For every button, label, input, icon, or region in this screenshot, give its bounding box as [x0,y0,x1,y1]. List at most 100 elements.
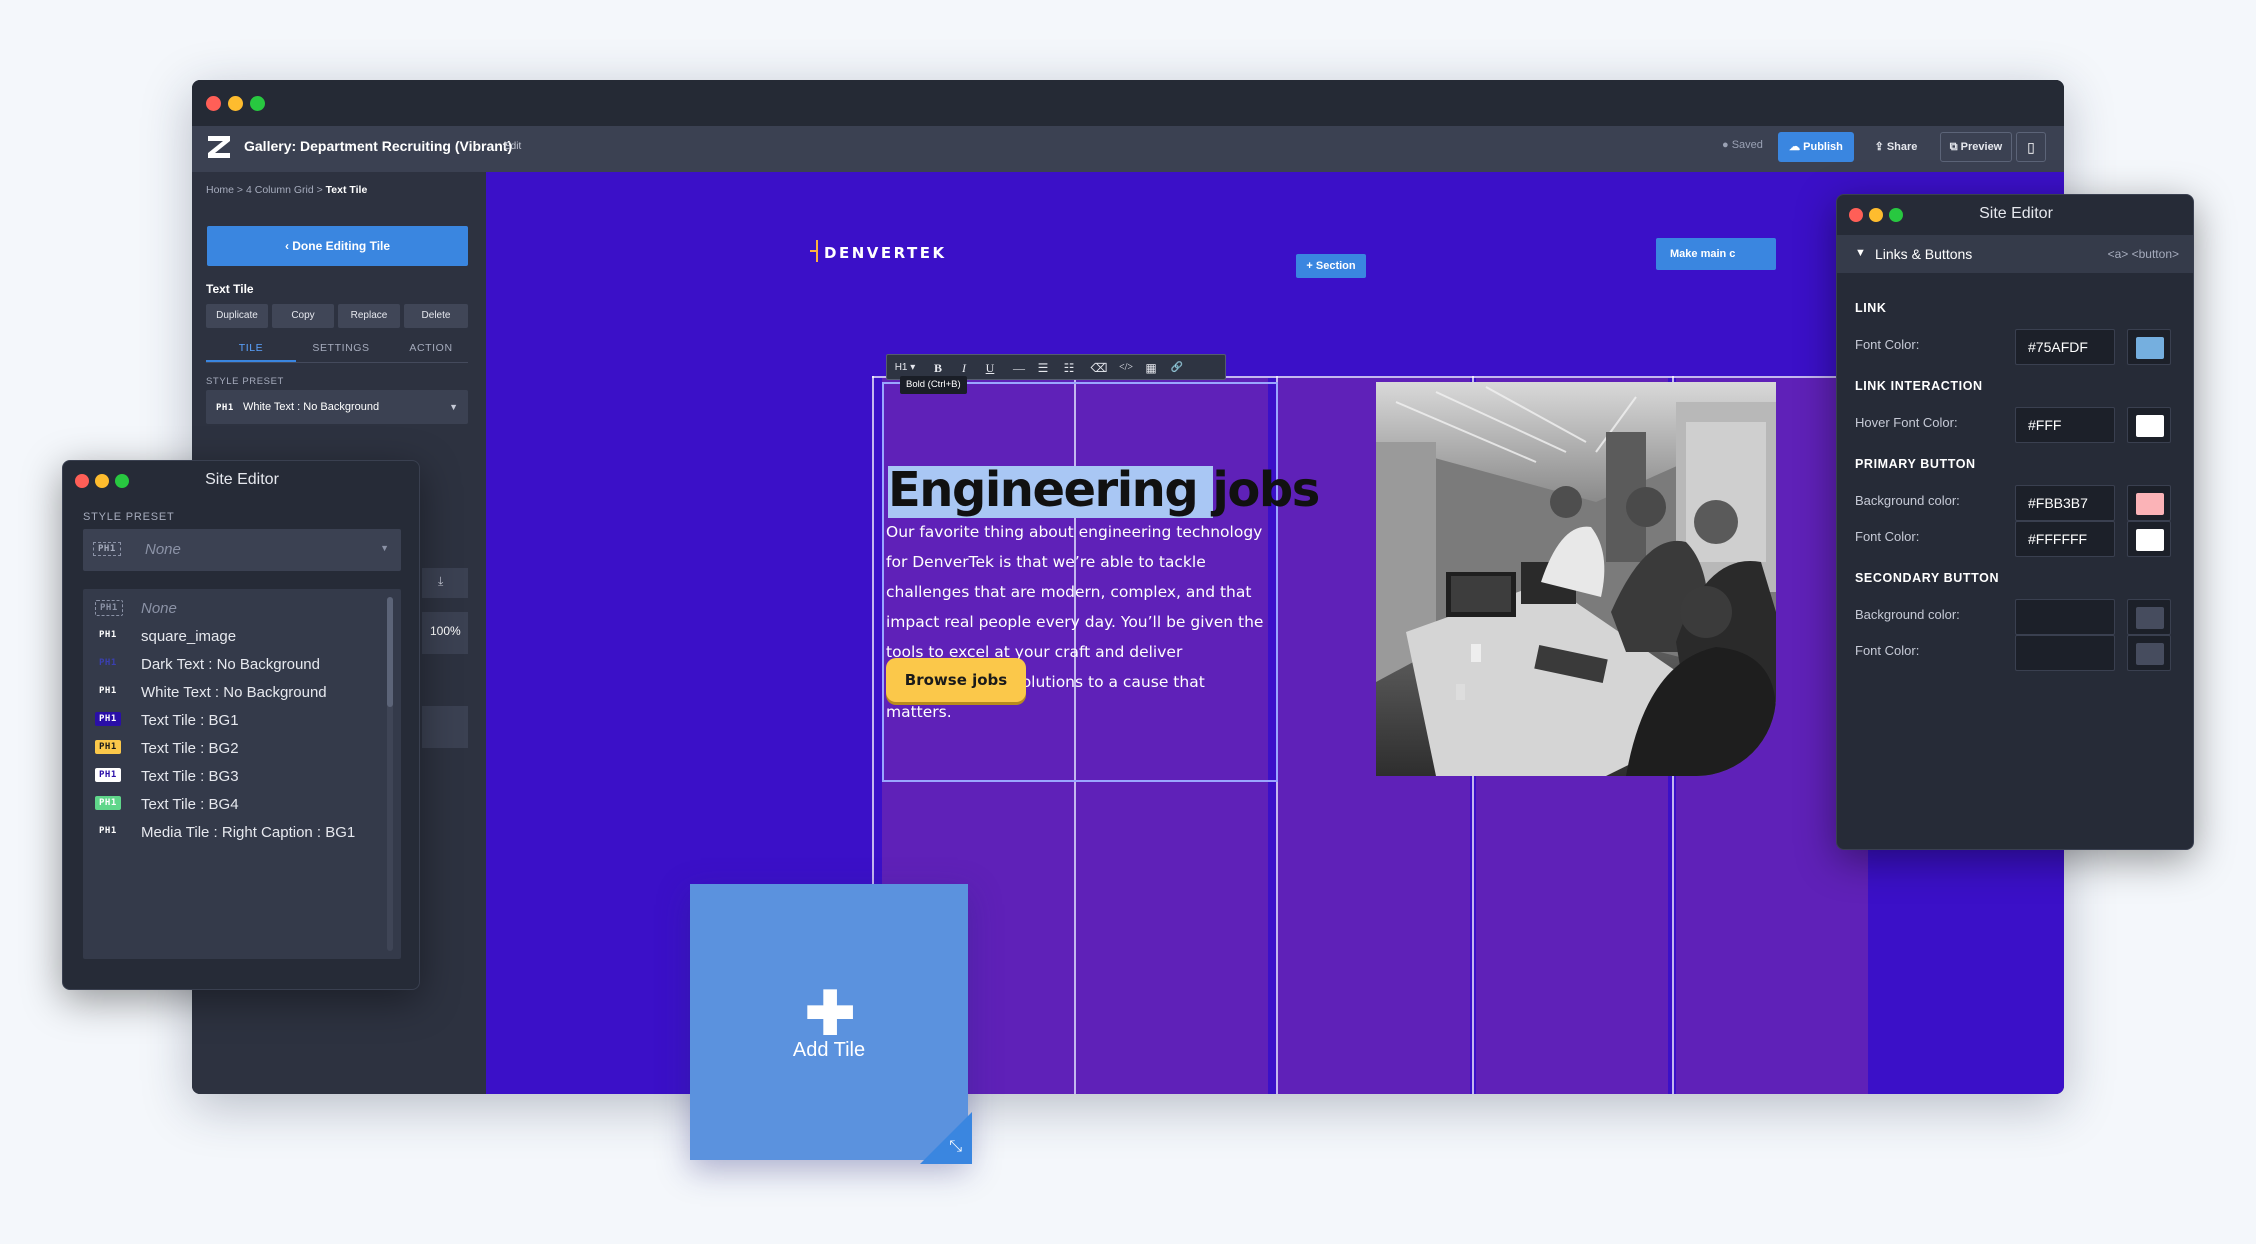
primary-button-heading: PRIMARY BUTTON [1855,457,1976,471]
breadcrumb-grid[interactable]: 4 Column Grid [246,184,314,196]
width-input[interactable]: 100% [422,612,468,654]
style-preset-select[interactable]: PH1 None ▼ [83,529,401,571]
section-title: Links & Buttons [1875,246,1973,262]
bold-tooltip: Bold (Ctrl+B) [900,376,967,394]
setting-field[interactable] [422,706,468,748]
hover-font-color-label: Hover Font Color: [1855,415,1958,430]
done-editing-button[interactable]: ‹ Done Editing Tile [207,226,468,266]
caret-down-icon: ▼ [1855,247,1866,259]
close-window-button[interactable] [206,96,221,111]
dd-option-label: White Text : No Background [141,684,327,701]
resize-handle[interactable] [920,1112,972,1164]
ph1-badge: PH1 [95,796,121,810]
secondary-button-heading: SECONDARY BUTTON [1855,571,2000,585]
link-interaction-heading: LINK INTERACTION [1855,379,1983,393]
style-preset-select[interactable]: PH1 White Text : No Background ▼ [206,390,468,424]
plus-icon: ✚ [805,980,856,1047]
tab-divider [206,362,468,363]
share-button[interactable]: ⇪ Share [1868,132,1924,162]
color-swatch [2136,643,2164,665]
scrollbar-thumb[interactable] [387,597,393,707]
link-button[interactable]: 🔗 [1165,355,1189,381]
dd-option-media-tile[interactable]: PH1 Media Tile : Right Caption : BG1 [83,813,383,853]
bullet-list-button[interactable]: ☰ [1031,355,1055,381]
secondary-font-color-label: Font Color: [1855,643,1920,658]
app-toolbar: Gallery: Department Recruiting (Vibrant)… [192,126,2064,172]
publish-button-label: Publish [1803,141,1843,153]
add-tile-label: Add Tile [792,1039,866,1061]
secondary-bg-color-input[interactable] [2015,599,2115,635]
window-titlebar [192,80,2064,126]
primary-font-color-picker[interactable] [2127,521,2171,557]
hover-font-color-input[interactable]: #FFF [2015,407,2115,443]
breadcrumb: Home > 4 Column Grid > Text Tile [206,184,368,196]
tab-tile[interactable]: TILE [206,334,296,362]
ph1-badge: PH1 [99,686,117,696]
section-tags: <a> <button> [2107,247,2179,261]
width-percent: 100% [430,624,461,638]
hover-font-color-picker[interactable] [2127,407,2171,443]
site-logo[interactable]: DENVERTEK [824,244,947,262]
add-tile-button[interactable]: ✚ Add Tile ⤡ [690,884,972,1164]
preview-button[interactable]: ⧉ Preview [1940,132,2012,162]
breadcrumb-home[interactable]: Home [206,184,234,196]
copy-button[interactable]: Copy [272,304,334,328]
denvertek-logo-dash [810,250,816,252]
delete-button[interactable]: Delete [404,304,468,328]
make-main-button[interactable]: Make main c [1656,238,1776,270]
maximize-window-button[interactable] [250,96,265,111]
ph1-badge: PH1 [216,403,234,413]
office-photo[interactable] [1376,382,1776,776]
caret-down-icon: ▼ [449,402,458,412]
ph1-badge: PH1 [95,740,121,754]
tab-action[interactable]: ACTION [386,334,476,362]
publish-button[interactable]: ☁ Publish [1778,132,1854,162]
style-preset-value: White Text : No Background [242,401,380,413]
underline-button[interactable]: U [977,355,1003,381]
link-font-color-picker[interactable] [2127,329,2171,365]
ph1-badge: PH1 [95,600,123,616]
links-buttons-header[interactable]: ▼ Links & Buttons <a> <button> [1837,235,2193,273]
replace-button[interactable]: Replace [338,304,400,328]
secondary-bg-color-label: Background color: [1855,607,1960,622]
panel-title: Site Editor [1979,205,2053,222]
primary-bg-color-picker[interactable] [2127,485,2171,521]
secondary-bg-color-picker[interactable] [2127,599,2171,635]
saved-dot-icon: ● [1722,139,1732,151]
dd-option-label: Text Tile : BG2 [141,740,239,757]
mobile-view-button[interactable]: ▯ [2016,132,2046,162]
add-section-button[interactable]: + Section [1296,254,1366,278]
panel-title: Site Editor [205,471,279,488]
link-font-color-input[interactable]: #75AFDF [2015,329,2115,365]
code-button[interactable]: </> [1113,355,1139,381]
edit-title-link[interactable]: Edit [504,141,521,152]
ph1-badge: PH1 [99,658,117,668]
dd-option-label: None [141,600,177,617]
tile-type-heading: Text Tile [206,282,254,296]
primary-bg-color-input[interactable]: #FBB3B7 [2015,485,2115,521]
tab-settings[interactable]: SETTINGS [296,334,386,362]
dd-option-label: Text Tile : BG1 [141,712,239,729]
external-link-icon: ⧉ [1949,141,1961,153]
align-bottom-button[interactable]: ⤓ [422,568,468,598]
primary-font-color-input[interactable]: #FFFFFF [2015,521,2115,557]
secondary-font-color-picker[interactable] [2127,635,2171,671]
dd-option-label: square_image [141,628,237,645]
mobile-device-icon: ▯ [2027,139,2035,155]
duplicate-button[interactable]: Duplicate [206,304,268,328]
saved-status-label: Saved [1731,139,1763,151]
preview-button-label: Preview [1960,141,2003,153]
align-bottom-icon: ⤓ [438,574,444,588]
breadcrumb-current: Text Tile [325,184,368,196]
table-button[interactable]: ▦ [1139,355,1163,381]
app-logo-icon[interactable] [208,136,230,158]
link-group-heading: LINK [1855,301,1887,315]
tile-headline[interactable]: Engineering jobs [888,462,1320,518]
numbered-list-button[interactable]: ☷ [1057,355,1081,381]
minimize-window-button[interactable] [228,96,243,111]
ph1-badge: PH1 [93,542,121,556]
clear-format-button[interactable]: ⌫ [1087,355,1111,381]
horizontal-rule-button[interactable]: — [1007,355,1031,381]
secondary-font-color-input[interactable] [2015,635,2115,671]
browse-jobs-button[interactable]: Browse jobs [886,658,1026,702]
